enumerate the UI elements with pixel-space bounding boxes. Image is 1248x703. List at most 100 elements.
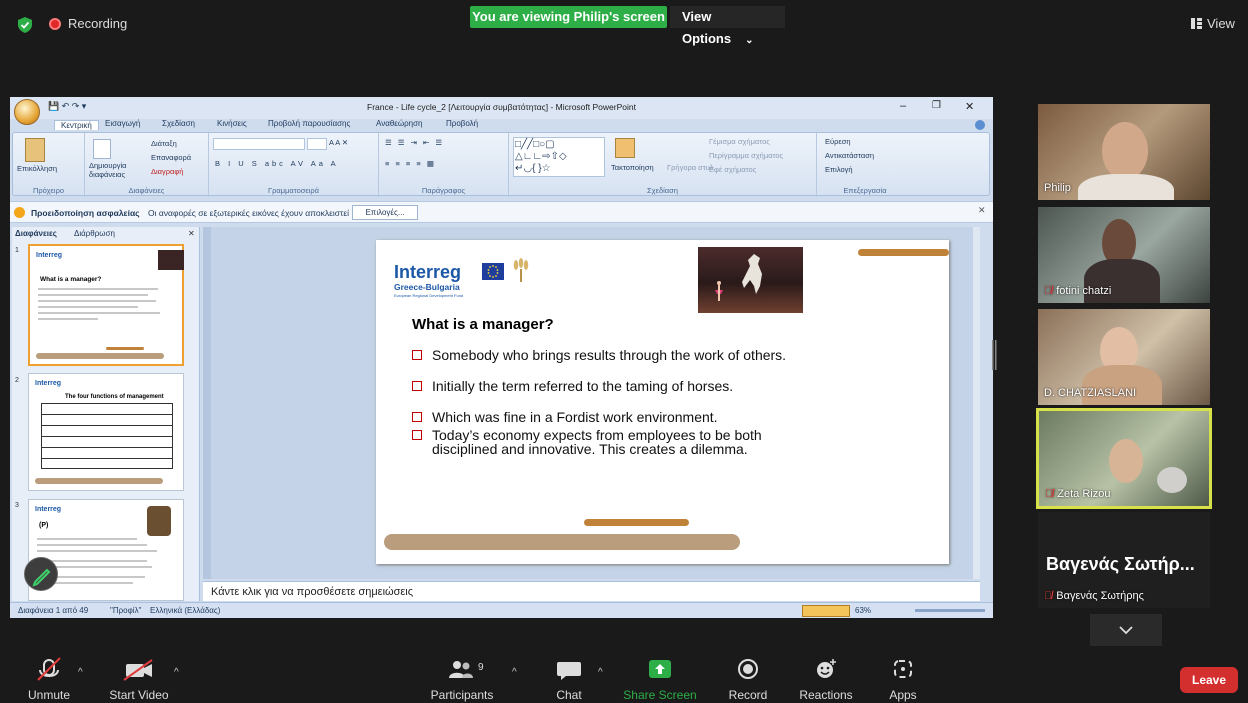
tab-home[interactable]: Κεντρική xyxy=(54,120,99,130)
shape-outline-button[interactable]: Περίγραμμα σχήματος xyxy=(709,151,783,160)
apps-button[interactable]: Apps xyxy=(880,656,926,703)
thumbnail-logo: Interreg xyxy=(35,506,62,513)
video-tile-fotini[interactable]: 🎙̸ fotini chatzi xyxy=(1038,207,1210,303)
video-tile-zeta[interactable]: 🎙̸ Zeta Rizou xyxy=(1036,408,1212,509)
record-button[interactable]: Record xyxy=(720,656,776,703)
quick-styles-button[interactable]: Γρήγορα στυλ xyxy=(667,163,714,172)
slide-title[interactable]: What is a manager? xyxy=(412,316,554,333)
delete-button[interactable]: Διαγραφή xyxy=(151,167,183,176)
tab-slides[interactable]: Διαφάνειες xyxy=(15,229,57,238)
slide-thumbnail-1[interactable]: Interreg What is a manager? xyxy=(28,244,184,366)
zoom-level[interactable]: 63% xyxy=(855,606,871,615)
new-slide-icon[interactable] xyxy=(93,139,111,159)
tab-slideshow[interactable]: Προβολή παρουσίασης xyxy=(268,119,350,128)
recording-label[interactable]: Recording xyxy=(68,16,127,31)
video-tile-philip[interactable]: Philip xyxy=(1038,104,1210,200)
thumbnail-logo: Interreg xyxy=(36,252,63,259)
layout-button[interactable]: Διάταξη xyxy=(151,139,177,148)
shapes-gallery[interactable]: □╱╱□○▢ △∟∟⇨⇧◇ ↵◡{ }☆ xyxy=(513,137,605,177)
notes-pane[interactable]: Κάντε κλικ για να προσθέσετε σημειώσεις xyxy=(203,581,980,601)
tab-outline[interactable]: Διάρθρωση xyxy=(74,229,115,238)
participant-name: D. CHATZIASLANI xyxy=(1044,387,1137,399)
view-options-button[interactable]: View Options ⌄ xyxy=(670,6,785,46)
minimize-icon[interactable]: – xyxy=(900,100,906,112)
tab-animations[interactable]: Κινήσεις xyxy=(217,119,247,128)
participant-shirt xyxy=(1078,174,1174,200)
share-screen-label: Share Screen xyxy=(623,688,697,702)
slides-panel: Διαφάνειες Διάρθρωση ✕ 1 Interreg What i… xyxy=(12,227,200,601)
paste-icon[interactable] xyxy=(25,138,45,162)
select-button[interactable]: Επιλογή xyxy=(825,165,853,174)
start-video-button[interactable]: Start Video xyxy=(104,656,174,703)
participant-face xyxy=(1102,122,1148,180)
unmute-button[interactable]: Unmute xyxy=(22,656,76,703)
video-tile-vagenas[interactable]: Βαγενάς Σωτήρ... 🎙̸ Βαγενάς Σωτήρης xyxy=(1038,512,1210,608)
view-button[interactable]: View xyxy=(1207,16,1235,31)
office-button[interactable] xyxy=(14,99,40,125)
record-label: Record xyxy=(728,688,768,702)
zoom-slider[interactable] xyxy=(915,609,985,612)
font-size-buttons[interactable]: A A ✕ xyxy=(329,138,348,147)
slide-thumbnail-2[interactable]: Interreg The four functions of managemen… xyxy=(28,373,184,491)
participant-name-label: Βαγενάς Σωτήρης xyxy=(1056,590,1144,602)
chat-options-caret[interactable]: ^ xyxy=(598,667,603,678)
language[interactable]: Ελληνικά (Ελλάδας) xyxy=(150,606,220,615)
shape-effects-button[interactable]: Εφέ σχήματος xyxy=(709,165,756,174)
replace-button[interactable]: Αντικατάσταση xyxy=(825,151,874,160)
resize-handle[interactable] xyxy=(992,340,997,370)
font-size-select[interactable] xyxy=(307,138,327,150)
arrange-icon[interactable] xyxy=(615,138,635,158)
tab-view[interactable]: Προβολή xyxy=(446,119,478,128)
shape-fill-button[interactable]: Γέμισμα σχήματος xyxy=(709,137,770,146)
video-tile-chatziaslani[interactable]: D. CHATZIASLANI xyxy=(1038,309,1210,405)
thumbnail-photo xyxy=(158,250,184,270)
close-icon[interactable]: ✕ xyxy=(965,100,974,113)
leave-button[interactable]: Leave xyxy=(1180,667,1238,693)
reactions-button[interactable]: Reactions xyxy=(794,656,858,703)
font-name-select[interactable] xyxy=(213,138,305,150)
current-slide[interactable]: Interreg Greece-Bulgaria European Region… xyxy=(376,240,949,564)
close-panel-icon[interactable]: ✕ xyxy=(188,229,195,238)
paste-button[interactable]: Επικόλληση xyxy=(17,164,57,173)
participants-button[interactable]: 9 Participants xyxy=(426,656,498,703)
list-buttons[interactable]: ☰ ☰ ⇥ ⇤ ☰ xyxy=(385,138,444,147)
more-participants-button[interactable] xyxy=(1090,614,1162,646)
shield-check-icon[interactable] xyxy=(18,17,32,33)
arrange-button[interactable]: Τακτοποίηση xyxy=(611,163,654,172)
drawing-label: Σχεδίαση xyxy=(647,186,678,195)
audio-options-caret[interactable]: ^ xyxy=(78,667,83,678)
security-options-button[interactable]: Επιλογές... xyxy=(352,205,418,220)
new-slide-button[interactable]: Δημιουργία διαφάνειας xyxy=(89,161,139,179)
tab-review[interactable]: Αναθεώρηση xyxy=(376,119,422,128)
thumbnail-number: 2 xyxy=(15,377,19,384)
unmute-label: Unmute xyxy=(27,688,71,702)
drawing-group: □╱╱□○▢ △∟∟⇨⇧◇ ↵◡{ }☆ Τακτοποίηση Γρήγορα σ… xyxy=(509,133,817,197)
tab-design[interactable]: Σχεδίαση xyxy=(162,119,195,128)
tab-insert[interactable]: Εισαγωγή xyxy=(105,119,140,128)
view-mode-buttons[interactable] xyxy=(802,605,850,617)
find-button[interactable]: Εύρεση xyxy=(825,137,851,146)
participants-options-caret[interactable]: ^ xyxy=(512,667,517,678)
clipboard-label: Πρόχειρο xyxy=(32,186,65,195)
chat-button[interactable]: Chat xyxy=(546,656,592,703)
mic-off-icon xyxy=(37,657,61,681)
video-options-caret[interactable]: ^ xyxy=(174,667,179,678)
chevron-down-icon: ⌄ xyxy=(745,35,754,46)
vertical-scrollbar[interactable] xyxy=(973,227,980,579)
align-buttons[interactable]: ≡ ≡ ≡ ≡ ▦ xyxy=(385,159,436,168)
shared-screen: France - Life cycle_2 [Λειτουργία συμβατ… xyxy=(10,97,993,618)
help-icon[interactable] xyxy=(975,120,985,130)
editing-label: Επεξεργασία xyxy=(843,186,887,195)
thumbnail-title: The four functions of management xyxy=(65,394,164,400)
share-screen-button[interactable]: Share Screen xyxy=(622,656,698,703)
reset-button[interactable]: Επαναφορά xyxy=(151,153,191,162)
close-warning-icon[interactable]: ✕ xyxy=(978,205,986,216)
annotate-pen-button[interactable] xyxy=(24,557,58,591)
mic-muted-icon: 🎙̸ xyxy=(1045,488,1054,500)
quick-access-toolbar[interactable]: 💾 ↶ ↷ ▾ xyxy=(48,101,86,112)
mic-muted-icon: 🎙̸ xyxy=(1044,590,1053,602)
reactions-icon xyxy=(817,659,836,678)
font-format-buttons[interactable]: B I U S abc AV Aa A xyxy=(215,159,339,168)
restore-icon[interactable]: ❐ xyxy=(932,100,941,111)
view-options-label: View Options xyxy=(682,9,732,46)
